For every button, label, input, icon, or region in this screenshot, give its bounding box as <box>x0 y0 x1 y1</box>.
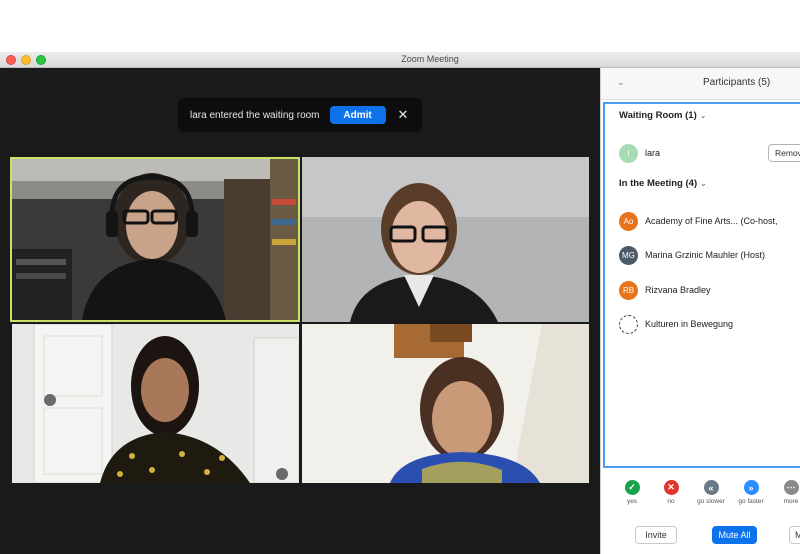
list-item[interactable]: MG Marina Grzinic Mauhler (Host) <box>619 245 765 265</box>
more-options-button[interactable]: M <box>789 526 800 544</box>
admit-button[interactable]: Admit <box>329 106 386 124</box>
waiting-room-heading[interactable]: Waiting Room (1) ⌄ <box>619 110 706 121</box>
chevron-down-icon[interactable]: ⌄ <box>617 77 625 88</box>
zoom-window: Zoom Meeting lara entered the waiting ro… <box>0 52 800 554</box>
video-stage: lara entered the waiting room Admit ✕ <box>0 68 600 554</box>
more-icon: ⋯ <box>783 480 799 495</box>
title-bar: Zoom Meeting <box>0 52 800 68</box>
x-icon: ✕ <box>663 480 679 495</box>
participants-header: ⌄ Participants (5) <box>601 68 800 100</box>
in-meeting-heading[interactable]: In the Meeting (4) ⌄ <box>619 178 707 189</box>
reaction-label: no <box>667 498 675 505</box>
reaction-label: go faster <box>738 498 764 505</box>
reaction-go-faster[interactable]: » go faster <box>731 480 771 505</box>
participants-panel: ⌄ Participants (5) Waiting Room (1) ⌄ l l… <box>600 68 800 554</box>
fast-forward-icon: » <box>743 480 759 495</box>
participant-name: Kulturen in Bewegung <box>645 319 734 329</box>
participants-title: Participants (5) <box>703 77 771 88</box>
notification-text: lara entered the waiting room <box>190 109 320 121</box>
avatar: Ao <box>619 211 638 231</box>
reaction-no[interactable]: ✕ no <box>651 480 691 505</box>
video-tile[interactable] <box>302 324 589 483</box>
video-tile[interactable] <box>302 157 589 322</box>
participant-name: Marina Grzinic Mauhler (Host) <box>645 250 766 260</box>
list-item[interactable]: RB Rizvana Bradley <box>619 280 711 300</box>
reaction-more[interactable]: ⋯ more <box>771 480 800 505</box>
video-tile[interactable] <box>12 324 299 483</box>
video-feed <box>12 324 299 483</box>
mute-all-button[interactable]: Mute All <box>712 526 757 544</box>
reaction-go-slower[interactable]: « go slower <box>691 480 731 505</box>
participant-name: lara <box>645 148 661 158</box>
avatar: l <box>619 143 638 163</box>
list-item[interactable]: Kulturen in Bewegung <box>619 314 733 334</box>
reaction-label: yes <box>626 498 638 505</box>
reaction-label: more <box>783 498 799 505</box>
check-icon: ✓ <box>624 480 640 495</box>
avatar: MG <box>619 245 638 265</box>
list-item[interactable]: l lara <box>619 143 660 163</box>
avatar: RB <box>619 280 638 300</box>
in-meeting-heading-label: In the Meeting (4) <box>619 178 698 189</box>
waiting-room-notification: lara entered the waiting room Admit ✕ <box>178 98 422 132</box>
participants-footer: Invite Mute All M <box>601 520 800 554</box>
video-tile[interactable] <box>10 157 300 322</box>
window-title: Zoom Meeting <box>401 54 459 64</box>
remove-button[interactable]: Remove <box>768 144 800 162</box>
reaction-yes[interactable]: ✓ yes <box>612 480 652 505</box>
video-feed <box>302 157 589 322</box>
nonverbal-feedback-bar: ✓ yes ✕ no « go slower » go faster ⋯ mor… <box>601 480 800 520</box>
participant-name: Rizvana Bradley <box>645 285 711 295</box>
avatar <box>619 314 638 334</box>
list-item[interactable]: Ao Academy of Fine Arts... (Co-host, <box>619 211 778 231</box>
video-feed <box>12 159 298 320</box>
chevron-down-icon: ⌄ <box>699 111 707 120</box>
invite-button[interactable]: Invite <box>635 526 677 544</box>
reaction-label: go slower <box>697 498 725 505</box>
video-feed <box>302 324 589 483</box>
participant-name: Academy of Fine Arts... (Co-host, <box>645 216 778 226</box>
waiting-room-heading-label: Waiting Room (1) <box>619 110 697 121</box>
close-icon[interactable]: ✕ <box>398 107 409 123</box>
rewind-icon: « <box>703 480 719 495</box>
chevron-down-icon: ⌄ <box>700 179 707 188</box>
